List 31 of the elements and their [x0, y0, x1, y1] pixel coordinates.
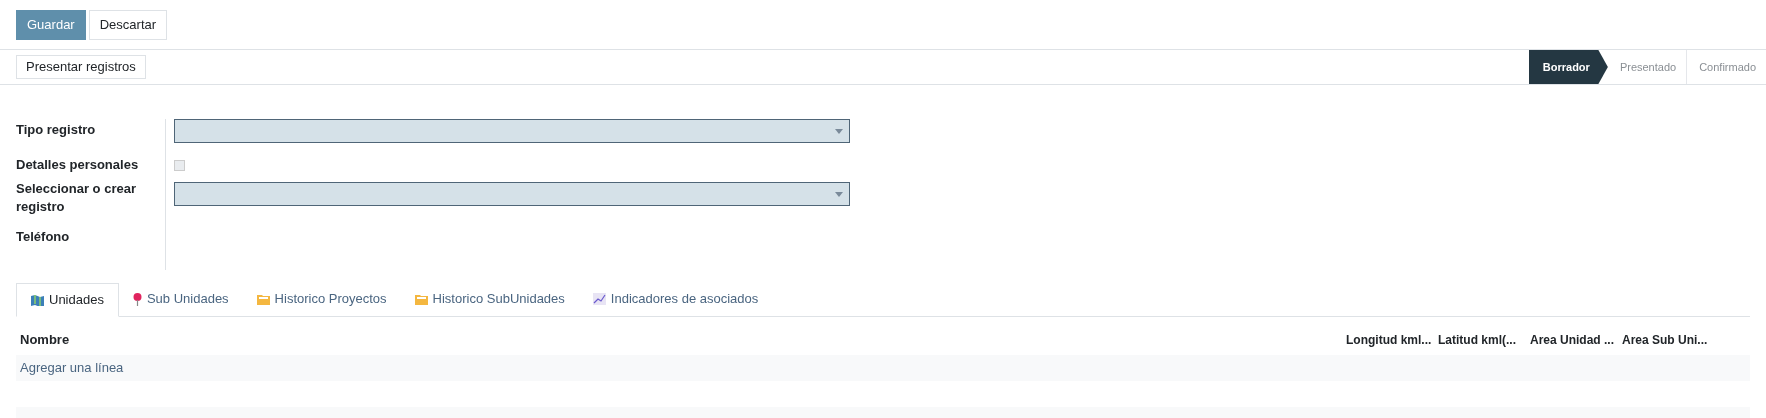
column-header: Nombre	[20, 330, 71, 349]
status-step[interactable]: Confirmado	[1687, 50, 1766, 84]
caret-icon	[835, 192, 843, 197]
checkbox[interactable]	[174, 160, 185, 171]
field-label: Teléfono	[16, 229, 70, 244]
tab[interactable]: Historico SubUnidades	[400, 282, 579, 316]
tab[interactable]: Unidades	[16, 283, 119, 317]
submit-records-button[interactable]: Presentar registros	[16, 55, 146, 79]
tab[interactable]: Indicadores de asociados	[578, 282, 773, 316]
discard-button[interactable]: Descartar	[88, 10, 168, 40]
field-label: Tipo registro	[16, 122, 96, 137]
save-button[interactable]: Guardar	[16, 10, 86, 40]
add-line-link[interactable]: Agregar una línea	[20, 358, 124, 378]
column-header: Area Unidad ...	[1530, 332, 1616, 349]
column-header: Area Sub Uni...	[1622, 332, 1709, 349]
folder-icon	[414, 293, 428, 305]
field-label: Seleccionar o crear registro	[16, 181, 136, 214]
pin-icon	[132, 292, 142, 306]
column-header: Latitud kml(...	[1438, 332, 1517, 349]
select-field[interactable]	[174, 182, 850, 206]
select-field[interactable]	[174, 119, 850, 143]
chart-icon	[592, 293, 606, 305]
status-step[interactable]: Presentado	[1607, 50, 1688, 84]
tab[interactable]: Historico Proyectos	[242, 282, 401, 316]
map-icon	[31, 294, 44, 306]
status-step[interactable]: Borrador	[1528, 50, 1608, 84]
tab[interactable]: Sub Unidades	[118, 282, 243, 316]
column-header: Longitud kml...	[1346, 332, 1433, 349]
field-label: Detalles personales	[16, 157, 139, 172]
folder-icon	[256, 293, 270, 305]
caret-icon	[835, 129, 843, 134]
